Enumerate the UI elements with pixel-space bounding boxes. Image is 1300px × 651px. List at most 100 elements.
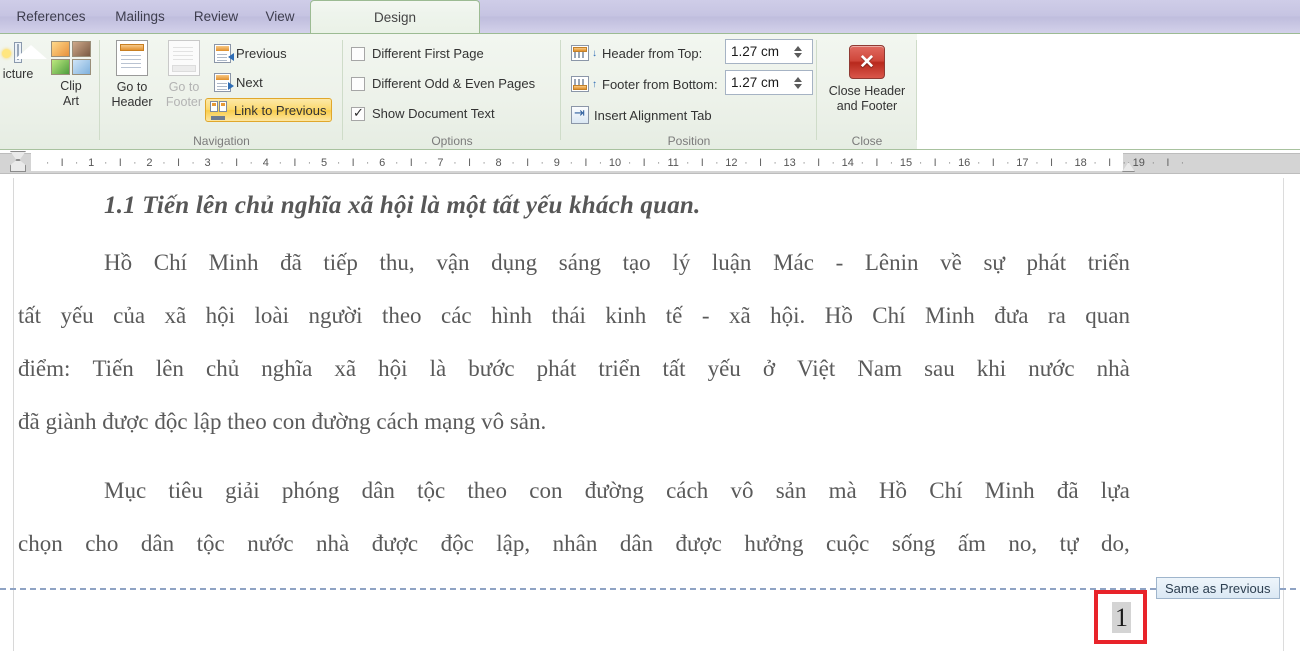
checkbox-checked-icon[interactable] [351,107,365,121]
tab-references[interactable]: References [6,0,96,33]
document-word: loài [255,303,290,329]
tab-label: View [265,9,294,24]
clip-art-label-2: Art [63,94,79,109]
different-first-page-label: Different First Page [372,46,484,61]
tab-view[interactable]: View [252,0,308,33]
footer-from-bottom-row[interactable]: ↑ Footer from Bottom: [571,76,718,92]
document-word: lập, [496,531,530,557]
header-from-top-row[interactable]: ↓ Header from Top: [571,45,702,61]
document-word: Mục [104,478,146,504]
document-canvas[interactable]: 1.1 Tiến lên chủ nghĩa xã hội là một tất… [0,178,1300,651]
document-word: sự [983,250,1004,276]
document-word: giải [225,478,260,504]
next-section-icon [214,73,231,92]
ribbon: icture Clip Art t Go to Header [0,33,1300,150]
go-to-footer-label-2: Footer [166,95,202,110]
document-word: tộc [197,531,225,557]
tab-label: References [16,9,85,24]
document-word: của [113,303,145,329]
horizontal-ruler[interactable]: 12345678910111213141516171819·I··I··I··I… [0,150,1300,178]
go-to-header-label-2: Header [112,95,153,110]
tab-mailings[interactable]: Mailings [100,0,180,33]
document-word: ở [763,356,775,382]
header-from-top-stepper[interactable] [725,39,813,64]
document-word: điểm: [18,356,70,382]
close-header-and-footer-button[interactable]: ✕ Close Header and Footer [817,45,917,114]
insert-alignment-tab-button[interactable]: Insert Alignment Tab [571,106,712,124]
header-from-top-input[interactable] [726,40,788,63]
document-word: tạo [623,250,651,276]
document-word: quan [1085,303,1130,329]
link-to-previous-toggle[interactable]: Link to Previous [205,98,332,122]
clip-art-button[interactable]: Clip Art [44,41,98,109]
ruler-number: 12 [721,153,741,174]
picture-button[interactable]: icture [0,42,50,82]
previous-button[interactable]: Previous [210,42,291,65]
show-document-text-checkbox[interactable]: Show Document Text [351,106,495,121]
document-line: điểm:Tiếnlênchủnghĩaxãhộilàbướcpháttriển… [18,356,1130,382]
show-document-text-label: Show Document Text [372,106,495,121]
ruler-tick: · [829,153,837,174]
tab-review[interactable]: Review [182,0,250,33]
ruler-tick: I [175,153,183,174]
document-word: dân [141,531,174,557]
ruler-number: 17 [1012,153,1032,174]
document-word: tiêu [168,478,203,504]
document-word: Minh [925,303,975,329]
document-word: no, [1008,531,1037,557]
ruler-tick: · [131,153,139,174]
different-odd-even-pages-checkbox[interactable]: Different Odd & Even Pages [351,76,535,91]
document-word: nhân [553,531,598,557]
document-word: dân [362,478,395,504]
next-button[interactable]: Next [210,71,267,94]
document-line: đã giành được độc lập theo con đường các… [18,409,1130,435]
document-word: tiếp [323,250,358,276]
document-line: Mụctiêugiảiphóngdântộctheoconđườngcáchvô… [18,478,1130,504]
ruler-tick: I [873,153,881,174]
document-line: HồChíMinhđãtiếpthu,vậndụngsángtạolýluậnM… [18,250,1130,276]
document-word: Chí [154,250,187,276]
ruler-tick: I [524,153,532,174]
ruler-tick: · [1178,153,1186,174]
ruler-tick: · [800,153,808,174]
next-label: Next [236,75,263,90]
previous-section-icon [214,44,231,63]
go-to-footer-button[interactable]: Go to Footer [158,40,210,110]
go-to-header-button[interactable]: Go to Header [106,40,158,110]
ruler-tick: · [73,153,81,174]
document-word: sản [776,478,807,504]
document-word: bước [468,356,514,382]
checkbox-icon[interactable] [351,77,365,91]
ruler-number: 11 [663,153,683,174]
tab-design[interactable]: Design [310,0,480,33]
down-arrow-icon: ↓ [592,48,597,59]
picture-label: icture [3,67,34,82]
different-first-page-checkbox[interactable]: Different First Page [351,46,484,61]
document-word: độc [441,531,474,557]
page-number-field[interactable]: 1 [1112,602,1131,633]
document-word: ra [1048,303,1066,329]
ruler-tick: · [1062,153,1070,174]
insert-alignment-tab-label: Insert Alignment Tab [594,108,712,123]
document-word: phóng [282,478,340,504]
document-word: con [529,478,562,504]
checkbox-icon[interactable] [351,47,365,61]
footer-from-bottom-input[interactable] [726,71,788,94]
document-word: Việt [797,356,835,382]
go-to-footer-icon [168,40,200,76]
tab-label: Review [194,9,238,24]
position-group-label: Position [561,134,817,148]
document-word: là [430,356,447,382]
document-word: - [702,303,710,329]
document-word: khi [977,356,1006,382]
document-word: nhà [1097,356,1130,382]
ruler-tick: · [1004,153,1012,174]
footer-from-bottom-stepper[interactable] [725,70,813,95]
ruler-number: 14 [838,153,858,174]
go-to-footer-label-1: Go to [169,80,200,95]
ruler-tick: I [1164,153,1172,174]
spinner-arrows-icon[interactable] [788,71,808,94]
spinner-arrows-icon[interactable] [788,40,808,63]
document-word: lên [156,356,184,382]
ribbon-group-insert: icture Clip Art t [0,34,100,150]
